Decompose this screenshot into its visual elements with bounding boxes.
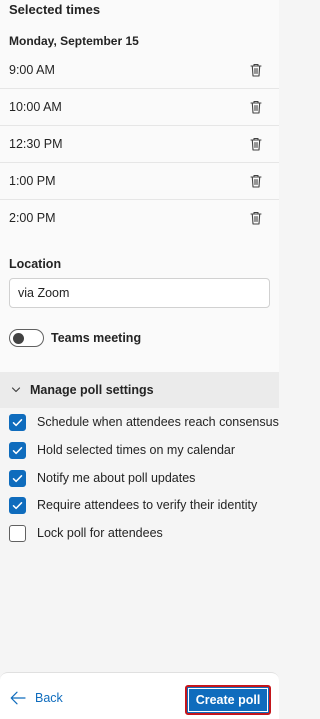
option-label: Notify me about poll updates xyxy=(37,471,196,485)
date-label: Monday, September 15 xyxy=(9,34,139,48)
time-row: 9:00 AM xyxy=(0,52,279,89)
option-label: Hold selected times on my calendar xyxy=(37,443,236,457)
footer-bar: Back Create poll xyxy=(0,672,279,719)
time-label: 9:00 AM xyxy=(9,63,55,77)
manage-poll-settings-header[interactable]: Manage poll settings xyxy=(0,372,279,408)
location-input[interactable] xyxy=(9,278,270,308)
time-row: 2:00 PM xyxy=(0,200,279,237)
time-label: 2:00 PM xyxy=(9,211,56,225)
trash-icon[interactable] xyxy=(249,210,263,226)
trash-icon[interactable] xyxy=(249,136,263,152)
back-label: Back xyxy=(35,691,63,705)
option-label: Require attendees to verify their identi… xyxy=(37,498,258,512)
checkbox-checked[interactable] xyxy=(9,442,26,459)
manage-poll-settings-label: Manage poll settings xyxy=(30,383,154,397)
toggle-knob xyxy=(13,332,24,344)
time-row: 10:00 AM xyxy=(0,89,279,126)
checkmark-icon xyxy=(12,419,23,427)
selected-times-panel: Selected times Monday, September 15 9:00… xyxy=(0,0,279,372)
section-title: Selected times xyxy=(9,2,101,17)
option-label: Schedule when attendees reach consensus xyxy=(37,415,279,429)
time-label: 10:00 AM xyxy=(9,100,62,114)
checkmark-icon xyxy=(12,475,23,483)
checkbox-checked[interactable] xyxy=(9,497,26,514)
time-row: 1:00 PM xyxy=(0,163,279,200)
checkbox-checked[interactable] xyxy=(9,470,26,487)
time-row: 12:30 PM xyxy=(0,126,279,163)
create-poll-button[interactable]: Create poll xyxy=(185,685,271,715)
trash-icon[interactable] xyxy=(249,62,263,78)
location-label: Location xyxy=(9,257,62,271)
time-label: 12:30 PM xyxy=(9,137,63,151)
teams-meeting-toggle[interactable] xyxy=(9,329,44,347)
trash-icon[interactable] xyxy=(249,173,263,189)
checkmark-icon xyxy=(12,502,23,510)
checkbox-unchecked[interactable] xyxy=(9,525,26,542)
checkbox-checked[interactable] xyxy=(9,414,26,431)
chevron-down-icon xyxy=(11,387,21,393)
checkmark-icon xyxy=(12,447,23,455)
arrow-left-icon xyxy=(10,691,26,705)
time-label: 1:00 PM xyxy=(9,174,56,188)
teams-meeting-label: Teams meeting xyxy=(51,331,142,345)
trash-icon[interactable] xyxy=(249,99,263,115)
option-label: Lock poll for attendees xyxy=(37,526,163,540)
